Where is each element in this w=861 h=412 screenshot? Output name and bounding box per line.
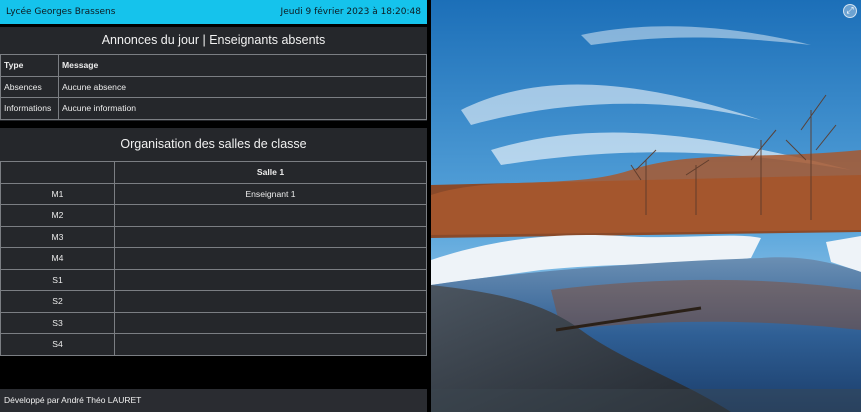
column-header-salle-1: Salle 1 bbox=[114, 161, 427, 184]
footer-credit: Développé par André Théo LAURET bbox=[0, 389, 427, 412]
slot-label: S3 bbox=[0, 311, 115, 334]
slot-label: S2 bbox=[0, 290, 115, 313]
expand-icon[interactable]: ⤢ bbox=[843, 4, 857, 18]
slot-label: M2 bbox=[0, 204, 115, 227]
winter-river-image bbox=[431, 0, 861, 412]
salle-1-cell bbox=[114, 290, 427, 313]
table-row: M1 Enseignant 1 bbox=[0, 182, 427, 205]
salle-1-cell bbox=[114, 247, 427, 270]
table-row: M2 bbox=[0, 204, 427, 227]
school-name: Lycée Georges Brassens bbox=[6, 7, 116, 17]
rooms-panel: Organisation des salles de classe Salle … bbox=[0, 128, 427, 356]
column-header-message: Message bbox=[58, 54, 427, 77]
table-row: Absences Aucune absence bbox=[0, 75, 427, 98]
announcement-type: Informations bbox=[0, 97, 59, 120]
salle-1-cell: Enseignant 1 bbox=[114, 182, 427, 205]
column-header-type: Type bbox=[0, 54, 59, 77]
slot-label: S1 bbox=[0, 268, 115, 291]
info-column: Lycée Georges Brassens Jeudi 9 février 2… bbox=[0, 0, 427, 412]
slot-label: M1 bbox=[0, 182, 115, 205]
table-row: Informations Aucune information bbox=[0, 97, 427, 120]
table-row: M4 bbox=[0, 247, 427, 270]
announcement-message: Aucune information bbox=[58, 97, 427, 120]
slot-label: M4 bbox=[0, 247, 115, 270]
landscape-photo: ⤢ bbox=[431, 0, 861, 412]
current-datetime: Jeudi 9 février 2023 à 18:20:48 bbox=[280, 7, 421, 17]
table-row: S3 bbox=[0, 311, 427, 334]
header-bar: Lycée Georges Brassens Jeudi 9 février 2… bbox=[0, 0, 427, 24]
announcements-header-row: Type Message bbox=[0, 54, 427, 77]
rooms-table: Salle 1 M1 Enseignant 1 M2 M3 M4 S1 S2 S3… bbox=[0, 161, 427, 356]
salle-1-cell bbox=[114, 311, 427, 334]
table-row: S1 bbox=[0, 268, 427, 291]
announcements-panel: Annonces du jour | Enseignants absents T… bbox=[0, 27, 427, 121]
table-row: S4 bbox=[0, 333, 427, 356]
announcements-title: Annonces du jour | Enseignants absents bbox=[101, 33, 326, 47]
announcement-message: Aucune absence bbox=[58, 75, 427, 98]
column-header-slot bbox=[0, 161, 115, 184]
slot-label: M3 bbox=[0, 225, 115, 248]
photo-bottom-strip bbox=[431, 389, 861, 412]
salle-1-cell bbox=[114, 268, 427, 291]
table-row: M3 bbox=[0, 225, 427, 248]
slot-label: S4 bbox=[0, 333, 115, 356]
rooms-title: Organisation des salles de classe bbox=[120, 137, 307, 151]
salle-1-cell bbox=[114, 204, 427, 227]
salle-1-cell bbox=[114, 225, 427, 248]
salle-1-cell bbox=[114, 333, 427, 356]
display-screen: Lycée Georges Brassens Jeudi 9 février 2… bbox=[0, 0, 861, 412]
announcement-type: Absences bbox=[0, 75, 59, 98]
rooms-header-row: Salle 1 bbox=[0, 161, 427, 184]
announcements-table: Type Message Absences Aucune absence Inf… bbox=[0, 54, 427, 120]
table-row: S2 bbox=[0, 290, 427, 313]
